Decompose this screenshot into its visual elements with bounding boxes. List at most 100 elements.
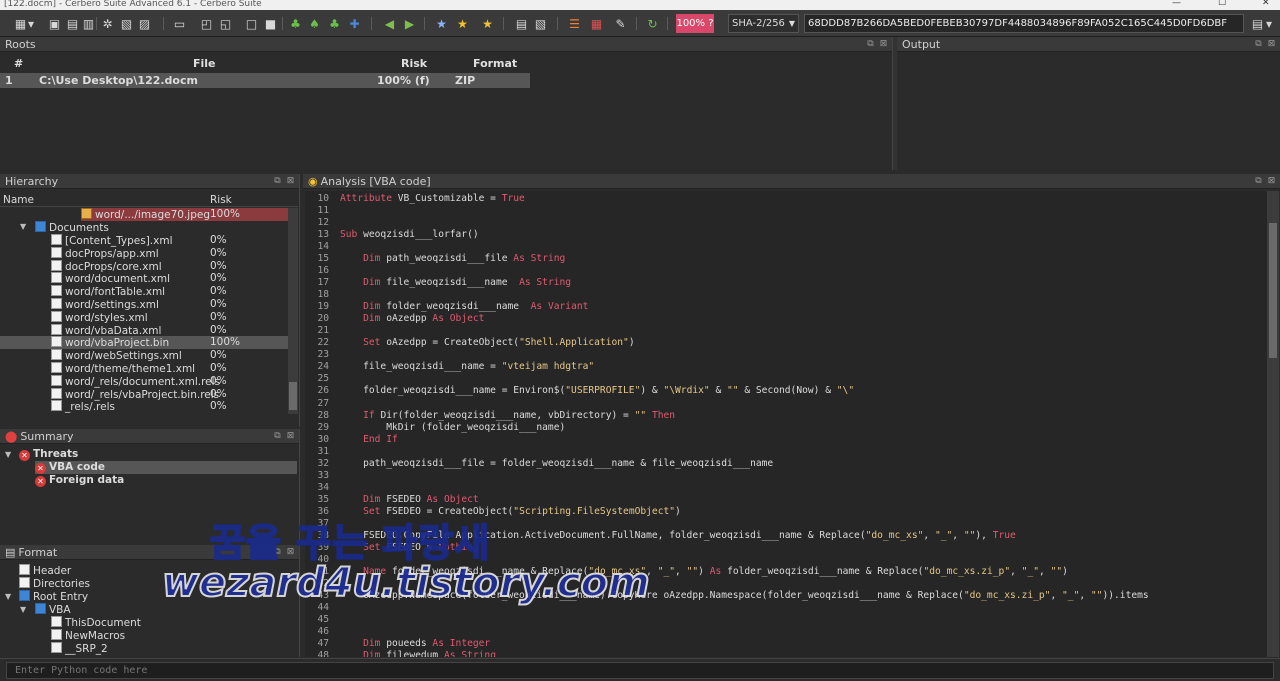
summary-threats[interactable]: ✕ Threats [19,448,78,461]
tree-item-risk: 100% [210,208,241,220]
tree-item-label: word/_rels/vbaProject.bin.rels [65,388,220,401]
forward-icon[interactable]: ▶ [401,15,418,32]
star-gold-icon[interactable]: ★ [479,15,496,32]
tree-item-documents[interactable]: Documents [35,221,109,234]
clipboard-icon[interactable]: ▧ [532,15,549,32]
hash-algorithm-select[interactable]: SHA-2/256 ▼ [728,14,799,33]
float-icon[interactable]: ⧉ [272,431,283,442]
tree-item-risk: 0% [210,298,227,310]
save-icon[interactable]: ▣ [46,15,63,32]
star-blue-icon[interactable]: ★ [433,15,450,32]
close-icon[interactable]: ⊠ [1266,39,1277,50]
format-item-srp2[interactable]: __SRP_2 [51,642,108,655]
hash-value-field[interactable]: 68DDD87B266DA5BED0FEBEB30797DF4488034896… [804,14,1244,33]
tree-item-file[interactable]: word/_rels/document.xml.rels [51,374,220,388]
tree-blue-icon[interactable]: ♣ [326,15,343,32]
tree-item-file[interactable]: docProps/core.xml [51,259,162,273]
hierarchy-col-risk[interactable]: Risk [210,193,232,207]
format-item-directories[interactable]: Directories [19,577,90,590]
tree-green2-icon[interactable]: ♠ [306,15,323,32]
expand-arrow-icon[interactable]: ▼ [20,605,26,614]
format-item-label: Root Entry [33,591,89,603]
python-input[interactable] [6,662,1274,679]
tree-item-file[interactable]: [Content_Types].xml [51,234,173,247]
box-icon[interactable]: □ [243,15,260,32]
close-icon[interactable]: ⊠ [878,39,889,50]
minimize-button[interactable]: — [1172,0,1181,8]
tree-item-file[interactable]: word/_rels/vbaProject.bin.rels [51,387,220,401]
expand-arrow-icon[interactable]: ▼ [20,222,26,231]
format-item-thisdocument[interactable]: ThisDocument [51,616,141,629]
tree-item-file[interactable]: word/theme/theme1.xml [51,362,195,375]
menu-dropdown-icon[interactable]: ▾ [26,15,36,32]
page-icon[interactable]: ▧ [118,15,135,32]
format-item-label: Header [33,565,72,577]
scrollbar-thumb[interactable] [289,382,297,410]
table-row[interactable]: 1 C:\Use Desktop\122.docm 100% (f) ZIP [0,73,530,88]
line-number: 12 [317,217,329,229]
tree-item-risk: 0% [210,323,227,336]
roots-col-file[interactable]: File [193,57,216,70]
float-icon[interactable]: ⧉ [1253,39,1264,50]
close-icon[interactable]: ⊠ [285,431,296,442]
format-item-header[interactable]: Header [19,564,71,577]
star-icon[interactable]: ★ [454,15,471,32]
tree-item-file[interactable]: word/vbaProject.bin [0,336,288,350]
expand-arrow-icon[interactable]: ▼ [5,450,11,459]
filter-list-icon[interactable]: ☰ [566,15,583,32]
tree-item-label: docProps/core.xml [65,260,162,273]
back-icon[interactable]: ◀ [381,15,398,32]
tree-add-icon[interactable]: ✚ [346,15,363,32]
dropdown-icon[interactable]: ▾ [1264,15,1274,32]
hierarchy-col-name[interactable]: Name [3,193,34,207]
tree-item-image70[interactable]: word/.../image70.jpeg [81,208,288,221]
restore-icon[interactable]: ◱ [217,15,234,32]
summary-foreign-data[interactable]: ✕ Foreign data [35,474,124,487]
line-number: 32 [317,457,329,469]
format-item-root-entry[interactable]: Root Entry [19,590,88,603]
close-icon[interactable]: ⊠ [1266,176,1277,187]
close-window-button[interactable]: ✕ [1262,0,1270,8]
filter-icon[interactable]: ▥ [80,15,97,32]
settings-icon[interactable]: ✲ [99,15,116,32]
float-icon[interactable]: ⧉ [1253,176,1264,187]
tree-item-file[interactable]: word/vbaData.xml [51,323,161,337]
line-number: 23 [317,349,329,361]
file-icon [51,259,62,271]
tree-item-file[interactable]: word/fontTable.xml [51,285,165,298]
hierarchy-scrollbar[interactable] [288,208,298,414]
script-icon[interactable]: ▤ [64,15,81,32]
format-item-vba[interactable]: VBA [35,603,71,616]
brush-icon[interactable]: ▦ [588,15,605,32]
log-icon[interactable]: ▤ [513,15,530,32]
roots-col-num[interactable]: # [14,57,23,70]
expand-arrow-icon[interactable]: ▼ [5,592,11,601]
float-icon[interactable]: ⧉ [865,39,876,50]
window-icon[interactable]: ▭ [171,15,188,32]
roots-col-format[interactable]: Format [473,57,517,70]
maximize-button[interactable]: ☐ [1218,0,1226,8]
tile-icon[interactable]: ◰ [198,15,215,32]
float-icon[interactable]: ⧉ [272,176,283,187]
scrollbar-thumb[interactable] [1269,223,1277,358]
tree-item-file[interactable]: word/webSettings.xml [51,349,182,362]
summary-vba-code[interactable]: ✕ VBA code [35,461,297,474]
tree-item-file[interactable]: word/styles.xml [51,310,148,324]
tree-item-file[interactable]: word/settings.xml [51,298,159,311]
refresh-icon[interactable]: ↻ [644,15,661,32]
tree-item-file[interactable]: docProps/app.xml [51,246,159,260]
close-icon[interactable]: ⊠ [285,176,296,187]
wrench-icon[interactable]: ■ [262,15,279,32]
tree-item-file[interactable]: word/document.xml [51,272,170,285]
tree-item-label: word/styles.xml [65,311,148,324]
format-item-newmacros[interactable]: NewMacros [51,629,125,642]
code-line: 22 Set oAzedpp = CreateObject("Shell.App… [305,337,1265,349]
tree-item-file[interactable]: _rels/.rels [51,400,115,413]
line-number: 35 [317,493,329,505]
tree-green-icon[interactable]: ♣ [287,15,304,32]
roots-col-risk[interactable]: Risk [401,57,427,70]
tools-icon[interactable]: ✎ [612,15,629,32]
doc-icon[interactable]: ▨ [136,15,153,32]
zoom-badge[interactable]: 100% ? [676,14,714,33]
analysis-scrollbar[interactable] [1267,191,1279,657]
